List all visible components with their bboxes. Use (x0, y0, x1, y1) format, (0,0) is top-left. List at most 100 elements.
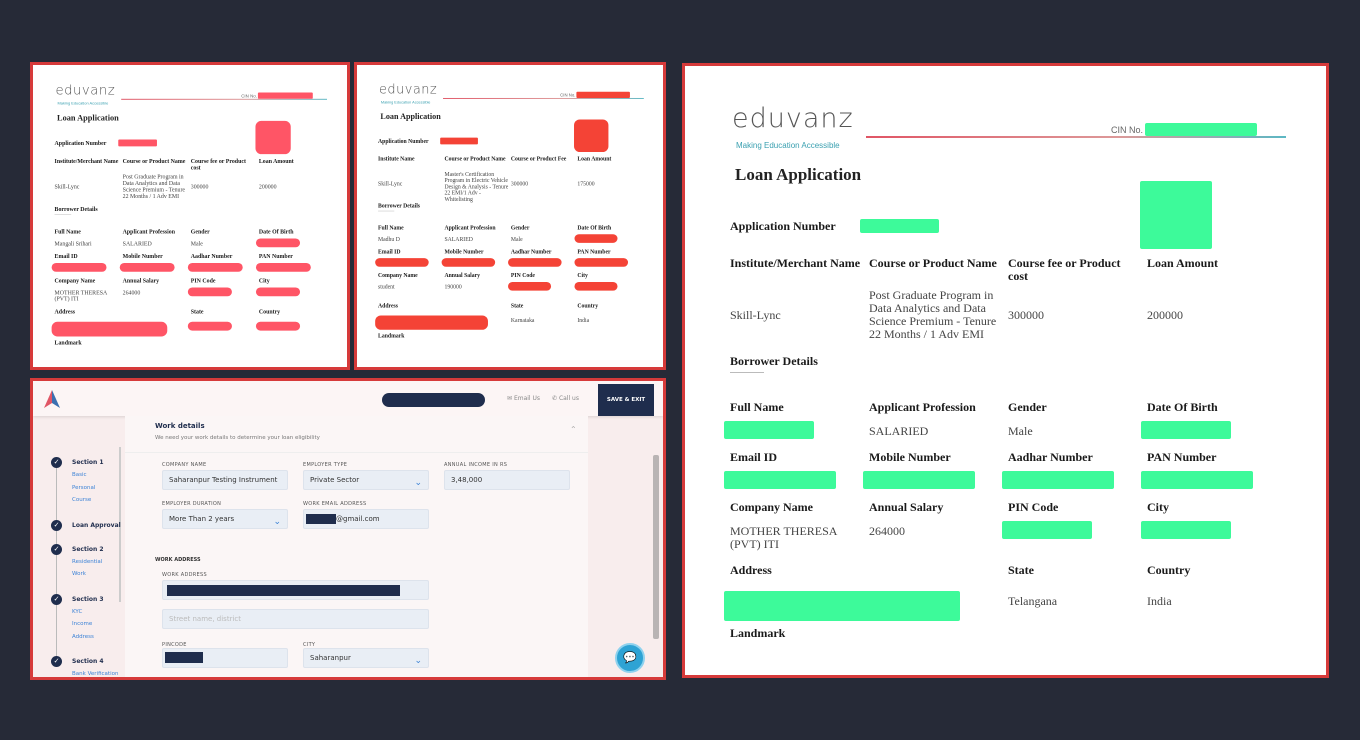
photo-redaction (574, 119, 609, 152)
employer-duration-label: EMPLOYER DURATION (162, 501, 222, 507)
work-details-title: Work details (155, 422, 205, 430)
field-label: Country (577, 302, 599, 309)
field-label: Gender (1008, 400, 1047, 414)
call-us-link[interactable]: ✆ Call us (552, 395, 579, 402)
page-title: Loan Application (735, 165, 862, 184)
redaction (51, 262, 107, 272)
field-label: PIN Code (190, 277, 216, 285)
employer-duration-select[interactable]: More Than 2 years ⌄ (162, 509, 288, 529)
redaction (187, 262, 243, 272)
field-label: Mobile Number (444, 248, 484, 255)
collapse-chevron-icon[interactable]: ⌃ (570, 425, 577, 434)
field-value: Mangali Srihari (54, 239, 92, 247)
work-email-input[interactable]: @gmail.com (303, 509, 429, 529)
sidebar-substep[interactable]: Course (72, 497, 91, 503)
city-select[interactable]: Saharanpur ⌄ (303, 648, 429, 668)
company-name-label: COMPANY NAME (162, 462, 207, 468)
sidebar-substep[interactable]: Income (72, 621, 92, 627)
photo-redaction (1140, 181, 1212, 249)
field-label: Applicant Profession (444, 224, 496, 231)
sidebar-substep[interactable]: Work (72, 571, 86, 577)
field-label: PAN Number (1147, 450, 1217, 464)
field-value: India (577, 316, 590, 324)
application-number-redaction (440, 137, 478, 145)
course-header: Loan Amount (258, 157, 294, 165)
redaction (255, 287, 301, 297)
redaction (187, 321, 232, 331)
email-redaction (306, 514, 336, 524)
pincode-redaction (165, 652, 203, 663)
sidebar-substep[interactable]: Personal (72, 485, 95, 491)
field-value: Telangana (1008, 594, 1058, 608)
sidebar-substep[interactable]: Residential (72, 559, 102, 565)
field-label: PIN Code (1008, 500, 1059, 514)
field-label: Aadhar Number (190, 252, 233, 260)
field-label: Annual Salary (869, 500, 944, 514)
annual-income-input[interactable]: 3,48,000 (444, 470, 570, 490)
field-label: Email ID (378, 248, 401, 255)
course-value: Post Graduate Program in Data Analytics … (122, 173, 186, 200)
course-value: Master's Certification Program in Electr… (444, 170, 509, 203)
field-label: Country (258, 308, 281, 315)
course-header: Course or Product Name (444, 155, 506, 163)
course-value: 300000 (190, 183, 209, 190)
street-input[interactable]: Street name, district (162, 609, 429, 629)
field-label: Full Name (730, 400, 784, 414)
sidebar-step[interactable]: Section 4 (72, 658, 104, 665)
field-label: City (258, 277, 270, 285)
course-header: Course fee or Product cost (190, 157, 246, 171)
field-label: Full Name (378, 224, 404, 231)
sidebar-substep[interactable]: Basic (72, 472, 87, 478)
field-label: Date Of Birth (577, 224, 612, 231)
field-label: Aadhar Number (510, 248, 552, 255)
document-panel-2: eduvanz Making Education Accessible CIN No… (354, 62, 666, 370)
course-header: Course or Product Name (869, 256, 997, 270)
redaction (574, 258, 629, 267)
field-label: Full Name (54, 228, 81, 236)
company-name-input[interactable]: Saharanpur Testing Instrument (162, 470, 288, 490)
chevron-down-icon: ⌄ (273, 517, 281, 527)
chat-button[interactable]: 💬 (615, 643, 645, 673)
sidebar-step[interactable]: Loan Approval (72, 522, 121, 529)
email-us-link[interactable]: ✉ Email Us (507, 395, 540, 402)
logo-tagline: Making Education Accessible (736, 141, 840, 150)
work-address-input[interactable] (162, 580, 429, 600)
app-logo-icon (44, 390, 60, 408)
course-value: 175000 (577, 180, 595, 187)
eduvanz-logo: eduvanz (55, 82, 116, 98)
employer-type-select[interactable]: Private Sector ⌄ (303, 470, 429, 490)
course-header: Institute/Merchant Name (54, 157, 119, 165)
sidebar-step[interactable]: Section 1 (72, 459, 104, 466)
sidebar-substep[interactable]: KYC (72, 609, 82, 615)
field-label: Annual Salary (444, 271, 481, 279)
work-address-section-title: WORK ADDRESS (155, 557, 201, 563)
sidebar-substep[interactable]: Bank Verification (72, 671, 118, 677)
sidebar-step[interactable]: Section 3 (72, 596, 104, 603)
field-label: Mobile Number (122, 252, 163, 260)
field-value: Male (510, 235, 523, 243)
pincode-input[interactable] (162, 648, 288, 668)
header-rule (866, 136, 1286, 138)
redaction (508, 282, 552, 291)
step-check-icon: ✓ (51, 457, 62, 468)
step-check-icon: ✓ (51, 656, 62, 667)
sidebar-progress-line (56, 459, 57, 659)
field-label: Annual Salary (122, 277, 160, 285)
scrollbar[interactable] (653, 455, 659, 639)
save-exit-button[interactable]: SAVE & EXIT (598, 384, 654, 416)
field-value: SALARIED (122, 239, 152, 247)
field-label: City (1147, 500, 1169, 514)
sidebar-substep[interactable]: Address (72, 634, 94, 640)
redaction (1141, 521, 1231, 539)
field-value: 264000 (122, 288, 141, 296)
sidebar-step[interactable]: Section 2 (72, 546, 104, 553)
field-label: Gender (190, 228, 210, 236)
course-value: Skill-Lync (54, 183, 80, 190)
field-value: student (378, 283, 395, 291)
work-email-value: @gmail.com (336, 515, 380, 523)
redaction (255, 238, 301, 248)
redaction (255, 262, 311, 272)
field-label: Email ID (730, 450, 778, 464)
redaction (1141, 471, 1253, 489)
landmark-label: Landmark (378, 332, 405, 339)
